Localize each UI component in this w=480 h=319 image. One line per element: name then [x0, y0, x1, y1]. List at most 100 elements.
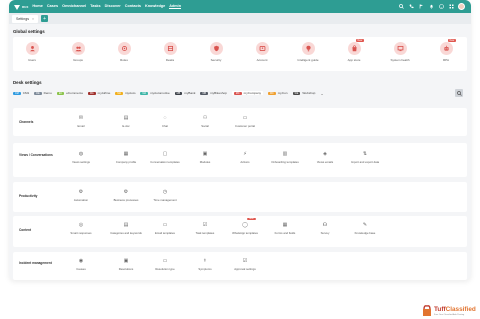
channels-social[interactable]: ⚇ Social: [185, 114, 225, 128]
nav-cases[interactable]: Cases: [47, 4, 58, 9]
desk-myairline[interactable]: MA myAirline: [88, 91, 110, 95]
users-icon: [25, 42, 39, 55]
nav-discover[interactable]: Discover: [105, 4, 121, 9]
email-templates-icon: ▭: [162, 222, 168, 228]
views-onboarding-templates[interactable]: ▥ Onboarding templates: [265, 150, 305, 164]
app-store-icon: New: [347, 39, 365, 55]
nav-tasks[interactable]: Tasks: [90, 4, 100, 9]
views-settings[interactable]: ◍ Views settings: [61, 150, 101, 164]
business-processes-icon: ⚙: [123, 189, 129, 195]
content-task-templates[interactable]: ☑ Task templates: [185, 221, 225, 235]
content-smart-responses[interactable]: ◎ Smart responses: [61, 221, 101, 235]
logo-icon: [14, 4, 20, 10]
desk-myautomotive[interactable]: MA myAutomotive: [140, 91, 170, 95]
desk-mycompany[interactable]: MC myCompany: [231, 91, 263, 95]
security-icon: [209, 42, 223, 55]
incident-approval-settings[interactable]: ☑ Approval settings: [225, 257, 265, 271]
brand-logo-icon: [423, 305, 431, 316]
global-settings-title: Global settings: [13, 29, 45, 34]
views-emails-icon: ◈: [323, 151, 327, 157]
content-survey[interactable]: ☊ Survey: [305, 221, 345, 235]
content-categories-keywords[interactable]: ▤ Categories and keywords: [106, 221, 146, 235]
incident-causes[interactable]: ◉ Causes: [61, 257, 101, 271]
content-email-templates[interactable]: ▭ Email templates: [145, 221, 185, 235]
content-label: Content: [19, 228, 32, 232]
productivity-business-processes[interactable]: ⚙ Business processes: [106, 188, 146, 202]
global-item-roles[interactable]: Roles: [109, 42, 139, 62]
customer-portal-icon: ▭: [242, 115, 248, 121]
more-desks-chevron-icon[interactable]: ⌄: [320, 91, 323, 96]
global-item-account[interactable]: Account: [247, 42, 277, 62]
global-item-intelligent-guide[interactable]: Intelligent guide: [293, 42, 323, 62]
channels-email[interactable]: ✉ Email: [61, 114, 101, 128]
app-window: RUX Home Cases Omnichannel Tasks Discove…: [9, 0, 471, 280]
desk-myauto[interactable]: MA myAuto: [115, 91, 135, 95]
productivity-automation[interactable]: ⚙ Automation: [61, 188, 101, 202]
time-management-icon: ◷: [162, 189, 168, 195]
desk-ecommerce[interactable]: EC eCommerce: [56, 91, 83, 95]
global-item-system-health[interactable]: System health: [385, 42, 415, 62]
desk-settings-title: Desk settings: [13, 80, 42, 85]
productivity-time-management[interactable]: ◷ Time management: [145, 188, 185, 202]
resolutions-icon: ▣: [123, 258, 129, 264]
incident-resolution-type[interactable]: ▭ Resolution type: [145, 257, 185, 271]
content-knowledge-base[interactable]: ✎ Knowledge base: [345, 221, 385, 235]
search-icon[interactable]: [398, 4, 404, 10]
content-whatsapp-templates[interactable]: ◯ New WhatsApp templates: [225, 218, 265, 235]
tab-settings[interactable]: Settings ×: [12, 14, 39, 23]
bell-icon[interactable]: [428, 4, 434, 10]
views-emails[interactable]: ◈ Views emails: [305, 150, 345, 164]
new-badge: New: [355, 39, 365, 42]
desk-mycon[interactable]: MC myCon: [268, 91, 288, 95]
user-avatar[interactable]: [458, 3, 465, 10]
nav-admin[interactable]: Admin: [169, 4, 182, 9]
automation-icon: ⚙: [78, 189, 84, 195]
views-import-export[interactable]: ⇅ Import and export data: [345, 150, 385, 164]
global-item-desks[interactable]: Desks: [155, 42, 185, 62]
desk-settings-button[interactable]: [455, 89, 463, 97]
flag-icon[interactable]: [418, 4, 424, 10]
edoc-icon: ▤: [123, 115, 129, 121]
global-item-users[interactable]: Users: [17, 42, 47, 62]
channels-edoc[interactable]: ▤ E-doc: [106, 114, 146, 128]
global-item-app-store[interactable]: New App store: [339, 39, 369, 62]
views-icon: ◍: [78, 151, 84, 157]
desk-mybikeshop[interactable]: MB myBikeshop: [200, 91, 227, 95]
global-item-groups[interactable]: Groups: [63, 42, 93, 62]
nav-home[interactable]: Home: [32, 4, 43, 9]
views-actions[interactable]: ⚡ Actions: [225, 150, 265, 164]
app-logo[interactable]: [13, 3, 21, 11]
desk-mybank[interactable]: MB myBank: [174, 91, 195, 95]
apps-grid-icon[interactable]: [448, 4, 454, 10]
nav-knowledge[interactable]: Knowledge: [145, 4, 165, 9]
incident-symptoms[interactable]: ⚕ Symptoms: [185, 257, 225, 271]
views-conversation-templates[interactable]: ▢ Conversation templates: [145, 150, 185, 164]
incident-resolutions[interactable]: ▣ Resolutions: [106, 257, 146, 271]
task-templates-icon: ☑: [202, 222, 208, 228]
add-tab-button[interactable]: +: [41, 15, 49, 22]
views-company-profile[interactable]: ▦ Company profile: [106, 150, 146, 164]
tab-settings-label: Settings: [16, 16, 29, 21]
global-item-rpa[interactable]: New RPA: [431, 39, 461, 62]
help-icon[interactable]: [438, 4, 444, 10]
top-navigation-bar: RUX Home Cases Omnichannel Tasks Discove…: [9, 0, 471, 13]
channels-chat[interactable]: ◌ Chat: [145, 114, 185, 128]
desks-icon: [163, 42, 177, 55]
nav-omnichannel[interactable]: Omnichannel: [62, 4, 86, 9]
roles-icon: [117, 42, 131, 55]
views-modules[interactable]: ▣ Modules: [185, 150, 225, 164]
close-icon[interactable]: ×: [32, 17, 34, 21]
channels-customer-portal[interactable]: ▭ Customer portal: [225, 114, 265, 128]
global-item-security[interactable]: Security: [201, 42, 231, 62]
desk-cm1[interactable]: CM CM1: [13, 91, 29, 95]
desk-demo[interactable]: DE Demo: [34, 91, 52, 95]
content-forms-fields[interactable]: ▦ Forms and fields: [265, 221, 305, 235]
desk-selector: CM CM1 DE Demo EC eCommerce MA myAirline MA m…: [13, 89, 467, 97]
approval-icon: ☑: [242, 258, 248, 264]
phone-icon[interactable]: [408, 4, 414, 10]
nav-contacts[interactable]: Contacts: [125, 4, 141, 9]
actions-icon: ⚡: [243, 151, 247, 157]
symptoms-icon: ⚕: [203, 258, 207, 264]
views-conversations-label: Views / Conversations: [19, 153, 53, 157]
desk-webshop[interactable]: WE Webshop: [292, 91, 315, 95]
